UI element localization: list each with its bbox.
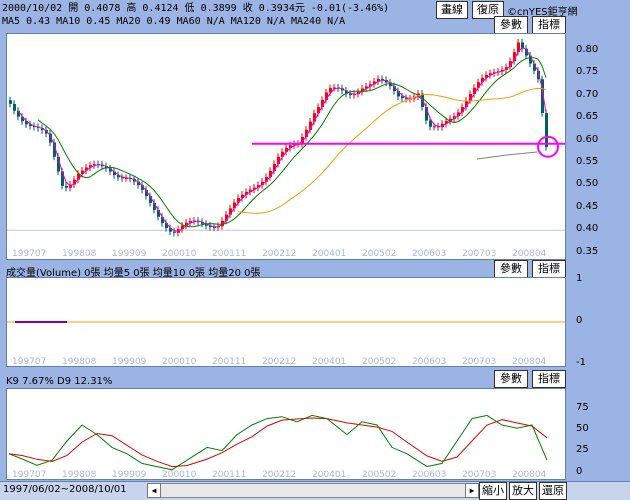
x-tick-label: 199909 (112, 357, 147, 366)
price-y-axis: 0.80 0.75 0.70 0.65 0.60 0.55 0.50 0.45 0.40 0.35 (568, 33, 628, 260)
x-tick-label: 200212 (262, 470, 296, 479)
ma-line: MA5 0.43 MA10 0.45 MA20 0.49 MA60 N/A MA… (2, 16, 346, 27)
y-tick-label: 50 (576, 423, 589, 434)
volume-y-axis: 1 0 -1 (568, 273, 628, 368)
x-tick-label: 200703 (462, 470, 496, 479)
candle-body (13, 103, 16, 111)
x-tick-label: 200502 (362, 249, 396, 259)
y-tick-label: 0.70 (576, 88, 599, 100)
ma-mid-line (37, 57, 547, 228)
x-tick-label: 200010 (162, 470, 197, 479)
y-tick-label: 0.65 (576, 111, 599, 123)
kd-params-button[interactable]: 參數 (494, 370, 528, 388)
time-scrollbar[interactable]: ◀ ▶ (147, 483, 479, 498)
price-indicator-button[interactable]: 指標 (532, 16, 566, 34)
price-chart: 199707 199808 199909 200010 200111 200212 2004… (7, 38, 565, 259)
x-tick-label: 199909 (112, 249, 147, 259)
ma-extra-line (476, 151, 538, 160)
y-tick-label: 0.45 (576, 200, 599, 212)
kd-chart-panel[interactable]: 199707 199808 199909 200010 200111 200212 2004… (6, 388, 566, 480)
x-tick-label: 200603 (412, 470, 446, 479)
x-tick-label: 200010 (162, 357, 197, 366)
y-tick-label: 0.75 (576, 66, 599, 78)
x-tick-label: 200010 (162, 249, 197, 259)
y-tick-label: 0.80 (576, 44, 599, 55)
kd-y-axis: 75 50 25 0 (568, 388, 628, 480)
x-tick-label: 200804 (512, 249, 547, 259)
y-tick-label: 0.40 (576, 223, 599, 235)
x-tick-label: 200212 (262, 249, 296, 259)
draw-line-button[interactable]: 畫線 (436, 1, 468, 19)
kd-title: K9 7.67% D9 12.31% (6, 376, 113, 387)
x-tick-label: 200703 (462, 357, 496, 366)
x-tick-label: 199707 (12, 357, 46, 366)
zoom-out-button[interactable]: 縮小 (479, 482, 507, 500)
date-range: 1997/06/02~2008/10/01 (3, 484, 127, 495)
ma-long-line (237, 87, 547, 214)
x-tick-label: 199707 (12, 249, 46, 259)
y-tick-label: 0.50 (576, 178, 599, 190)
x-tick-label: 199909 (112, 470, 147, 479)
candle-body (173, 231, 176, 233)
candle-body (9, 100, 12, 104)
price-params-button[interactable]: 參數 (494, 16, 528, 34)
y-tick-label: -1 (576, 357, 586, 368)
k-line (8, 414, 548, 471)
volume-chart: 199707 199808 199909 200010 200111 200212 2004… (7, 321, 565, 367)
x-tick-label: 200804 (512, 357, 547, 366)
x-tick-label: 200401 (312, 249, 346, 259)
quote-line: 2000/10/02 開 0.4078 高 0.4124 低 0.3899 收 … (2, 3, 390, 14)
y-tick-label: 0.55 (576, 156, 599, 167)
zoom-in-button[interactable]: 放大 (509, 482, 537, 500)
scroll-right-button[interactable]: ▶ (465, 483, 479, 498)
x-tick-label: 200703 (462, 249, 496, 259)
volume-indicator-button[interactable]: 指標 (532, 260, 566, 278)
x-tick-label: 200603 (412, 357, 446, 366)
scroll-left-button[interactable]: ◀ (147, 483, 161, 498)
y-tick-label: 0.35 (576, 245, 599, 257)
x-tick-label: 200502 (362, 470, 396, 479)
candle-body (65, 185, 68, 188)
ma-short-line (17, 47, 547, 232)
y-tick-label: 0.60 (576, 133, 599, 145)
x-tick-label: 200502 (362, 357, 396, 366)
d-line (8, 417, 548, 468)
y-tick-label: 1 (576, 273, 583, 284)
candle-body (433, 126, 436, 128)
x-tick-label: 200111 (212, 249, 246, 259)
y-tick-label: 25 (576, 444, 589, 455)
y-tick-label: 0 (576, 315, 583, 326)
x-tick-label: 200111 (212, 357, 246, 366)
x-tick-label: 200603 (412, 249, 446, 259)
y-tick-label: 0 (576, 466, 583, 477)
x-tick-label: 200111 (212, 470, 246, 479)
kd-indicator-button[interactable]: 指標 (532, 370, 566, 388)
x-tick-label: 199808 (62, 470, 97, 479)
reset-zoom-button[interactable]: 還原 (539, 482, 567, 500)
volume-chart-panel[interactable]: 199707 199808 199909 200010 200111 200212 2004… (6, 277, 566, 367)
candle-body (213, 227, 216, 229)
price-chart-panel[interactable]: 199707 199808 199909 200010 200111 200212 2004… (6, 33, 566, 260)
x-tick-label: 199707 (12, 470, 46, 479)
x-tick-label: 199808 (62, 357, 97, 366)
x-tick-label: 200804 (512, 470, 547, 479)
y-tick-label: 75 (576, 402, 589, 413)
candle-body (545, 113, 548, 148)
x-tick-label: 200401 (312, 357, 346, 366)
volume-params-button[interactable]: 參數 (494, 260, 528, 278)
x-tick-label: 199808 (62, 249, 97, 259)
x-tick-label: 200212 (262, 357, 296, 366)
kd-chart: 199707 199808 199909 200010 200111 200212 2004… (8, 414, 548, 480)
x-tick-label: 200401 (312, 470, 346, 479)
